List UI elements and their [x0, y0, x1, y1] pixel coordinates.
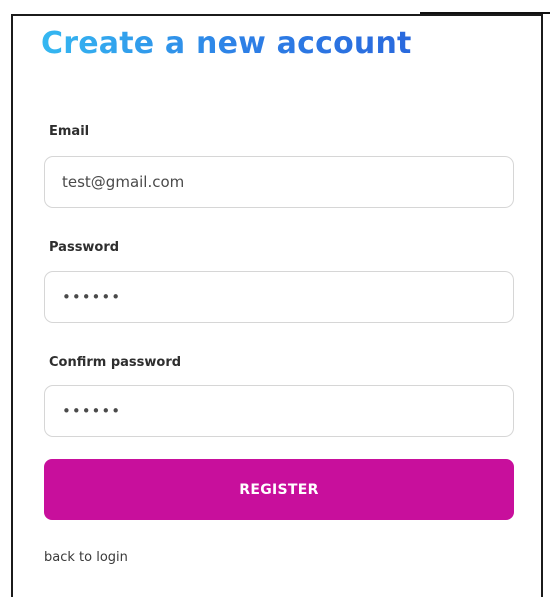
email-label: Email	[49, 124, 90, 139]
top-strip	[0, 0, 550, 14]
password-label: Password	[49, 240, 120, 255]
email-input[interactable]	[44, 156, 514, 208]
page-title: Create a new account	[41, 26, 412, 61]
page: Create a new account Email Password Conf…	[0, 0, 550, 597]
register-button[interactable]: REGISTER	[44, 459, 514, 520]
password-input[interactable]	[44, 271, 514, 323]
confirm-password-input[interactable]	[44, 385, 514, 437]
back-to-login-link[interactable]: back to login	[44, 550, 128, 565]
confirm-password-label: Confirm password	[49, 355, 182, 370]
tab-fragment	[420, 0, 550, 14]
